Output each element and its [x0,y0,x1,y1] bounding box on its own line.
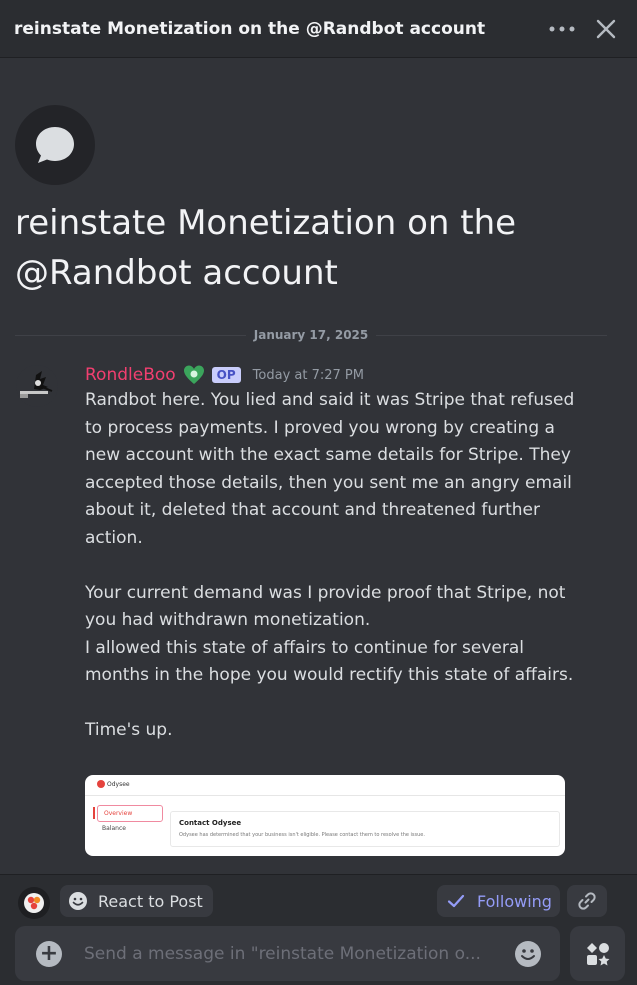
image-attachment[interactable]: Odysee Overview Balance Contact Odysee O… [85,775,565,856]
op-badge: OP [211,367,241,383]
smile-icon [69,892,87,910]
message-composer: + [15,926,560,981]
message-timestamp: Today at 7:27 PM [252,367,364,383]
react-to-post-button[interactable]: React to Post [60,885,213,917]
divider-line [15,334,246,336]
avatar[interactable] [16,365,58,407]
attachment-card: Contact Odysee Odysee has determined tha… [170,811,560,847]
divider-line [376,334,607,336]
role-icon[interactable] [182,363,206,387]
follower-avatar[interactable] [18,887,50,919]
following-button[interactable]: Following [437,885,560,917]
react-to-post-label: React to Post [98,891,203,911]
attachment-card-title: Contact Odysee [179,819,242,827]
apps-icon[interactable] [570,926,625,981]
date-divider-label: January 17, 2025 [253,328,369,342]
chat-bubble-icon [15,105,95,185]
link-icon[interactable] [567,885,607,917]
following-label: Following [477,891,552,911]
attachment-active-marker [93,807,95,819]
attachment-sidebar-active: Overview [97,805,163,822]
message-header: RondleBoo OP Today at 7:27 PM [85,362,364,388]
attachment-divider [85,795,565,796]
checkmark-icon [447,894,465,908]
thread-header: reinstate Monetization on the @Randbot a… [0,0,637,58]
bottom-bar: React to Post Following + [0,874,637,985]
message-body: Randbot here. You lied and said it was S… [85,390,575,740]
author-name[interactable]: RondleBoo [85,365,176,385]
date-divider: January 17, 2025 [15,325,607,345]
header-title: reinstate Monetization on the @Randbot a… [14,18,486,39]
attachment-brand: Odysee [107,781,130,788]
attachment-card-text: Odysee has determined that your business… [179,832,425,838]
attachment-sidebar-item: Balance [102,825,126,832]
odysee-logo-icon [97,780,105,788]
plus-circle-icon[interactable]: + [36,941,62,967]
thread-title: reinstate Monetization on the @Randbot a… [15,203,517,293]
message-input[interactable] [84,942,504,966]
close-icon[interactable] [589,12,623,46]
emoji-icon[interactable] [514,940,542,968]
more-dots-icon[interactable] [545,12,579,46]
